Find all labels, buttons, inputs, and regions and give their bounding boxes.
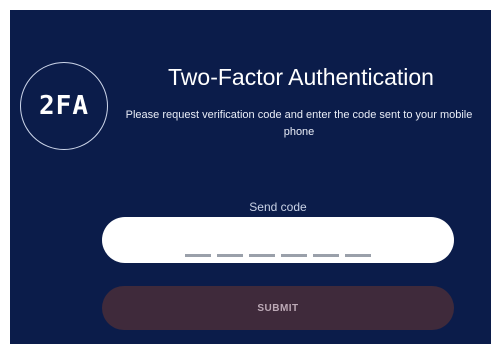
page-title: Two-Factor Authentication [168,64,434,90]
code-slot [217,254,243,257]
submit-button[interactable]: SUBMIT [102,286,454,330]
send-code-link[interactable]: Send code [100,200,456,214]
badge-label: 2FA [39,91,89,121]
code-slot [345,254,371,257]
code-slot [313,254,339,257]
page-subtitle: Please request verification code and ent… [125,109,473,138]
two-factor-panel: 2FA Two-Factor Authentication Please req… [10,10,491,344]
2fa-badge-icon: 2FA [20,62,108,150]
code-slot [281,254,307,257]
verification-code-input[interactable] [102,217,454,263]
code-slot [185,254,211,257]
code-slot [249,254,275,257]
